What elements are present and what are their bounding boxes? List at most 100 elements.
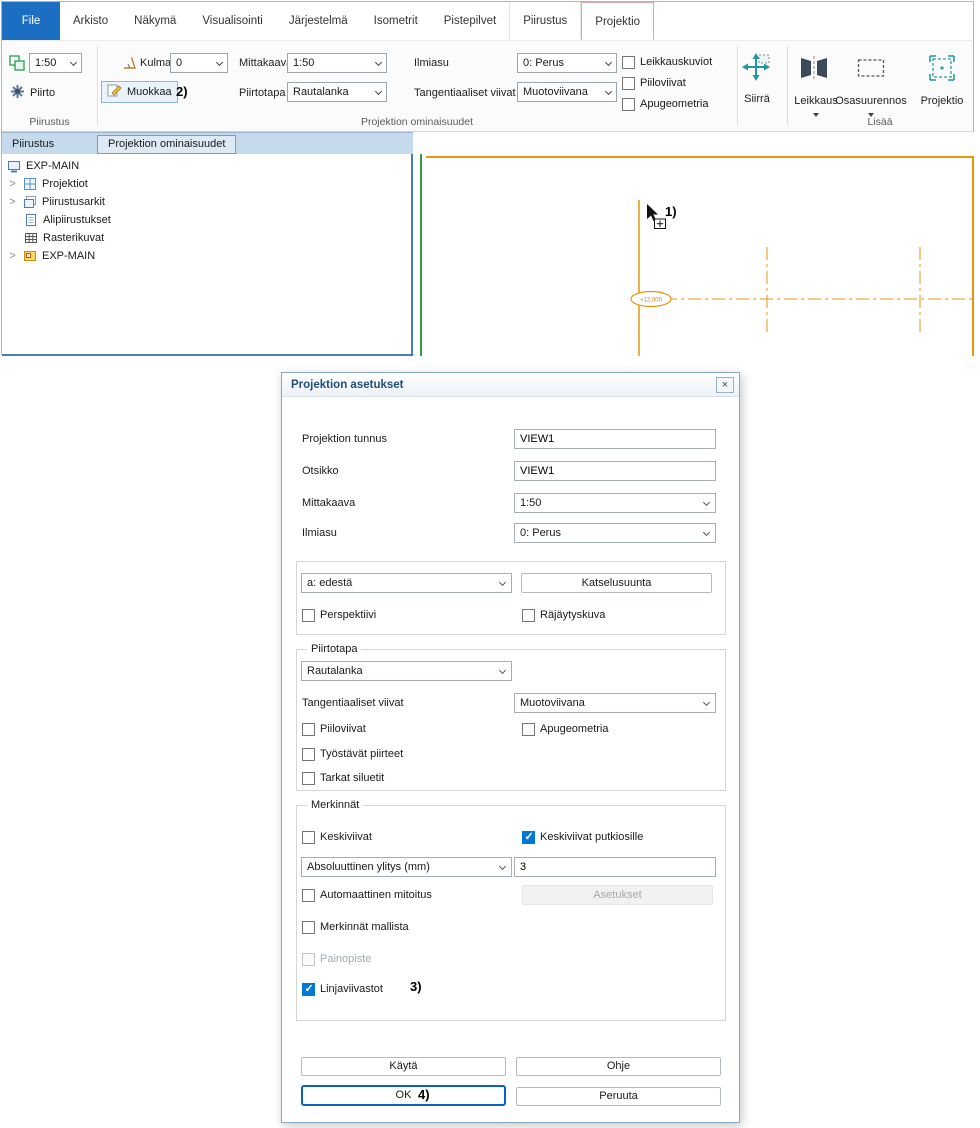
checkbox-box [302, 953, 315, 966]
tangent-dropdown[interactable]: Muotoviivana [517, 82, 617, 102]
keskiviivat-putkiosille-checkbox[interactable]: Keskiviivat putkiosille [522, 829, 643, 845]
panel-tab-strip: Piirustus Projektion ominaisuudet [2, 132, 413, 154]
projection-view-icon [928, 54, 956, 85]
tab-arkisto[interactable]: Arkisto [60, 2, 121, 40]
tab-pistepilvet[interactable]: Pistepilvet [431, 2, 509, 40]
checkbox-box [302, 772, 315, 785]
ylitys-dropdown[interactable]: Absoluuttinen ylitys (mm) [301, 857, 512, 877]
piirto-button[interactable]: Piirto [5, 82, 60, 104]
checkbox-box [522, 609, 535, 622]
dialog-piiloviivat-checkbox[interactable]: Piiloviivat [302, 721, 366, 737]
ylitys-amount-input[interactable] [514, 857, 716, 877]
leikkauskuviot-checkbox[interactable]: Leikkauskuviot [622, 54, 712, 70]
drawing-geometry: +12.000 [414, 132, 975, 356]
kulma-label: Kulma [140, 53, 171, 73]
tab-jarjestelma[interactable]: Järjestelmä [276, 2, 361, 40]
drawing-canvas[interactable]: +12.000 [414, 132, 975, 356]
tab-isometrit[interactable]: Isometrit [361, 2, 431, 40]
tree-item-exp-main[interactable]: EXP-MAIN [2, 157, 411, 175]
chevron-down-icon [375, 59, 382, 66]
ribbon: 1:50 Piirto Piirustus Kulma 0 Mittakaava… [2, 40, 973, 132]
dialog-piirtotapa-dropdown[interactable]: Rautalanka [301, 661, 512, 681]
ribbon-tab-bar: File Arkisto Näkymä Visualisointi Järjes… [2, 2, 973, 40]
checkbox-box [522, 723, 535, 736]
projection-icon [23, 177, 37, 191]
checkbox-box [302, 983, 315, 996]
muokkaa-button[interactable]: Muokkaa [101, 81, 178, 103]
katselusuunta-button[interactable]: Katselusuunta [521, 573, 712, 593]
scale-icon [8, 54, 26, 75]
annotation-4: 4) [418, 1087, 430, 1102]
ribbon-scale-dropdown[interactable]: 1:50 [29, 53, 82, 73]
ohje-button[interactable]: Ohje [516, 1057, 721, 1076]
tab-file[interactable]: File [2, 2, 60, 40]
chevron-down-icon [605, 59, 612, 66]
angle-icon [122, 55, 137, 73]
tunnus-label: Projektion tunnus [302, 429, 387, 449]
tab-piirustus[interactable]: Piirustus [509, 2, 581, 40]
close-icon[interactable]: × [716, 377, 734, 393]
checkbox-box [302, 723, 315, 736]
apugeometria-checkbox[interactable]: Apugeometria [622, 96, 709, 112]
keskiviivat-checkbox[interactable]: Keskiviivat [302, 829, 372, 845]
ribbon-separator [97, 46, 98, 126]
dialog-ilmiasu-dropdown[interactable]: 0: Perus [514, 523, 716, 543]
linjaviivastot-checkbox[interactable]: Linjaviivastot [302, 981, 383, 997]
merkinnat-group-title: Merkinnät [307, 798, 363, 813]
panel-tab-projektion-ominaisuudet[interactable]: Projektion ominaisuudet [97, 135, 236, 154]
chevron-right-icon[interactable]: > [7, 178, 18, 190]
kayta-button[interactable]: Käytä [301, 1057, 506, 1076]
tree-item-exp-main-model[interactable]: > EXP-MAIN [2, 247, 411, 265]
piirtotapa-label: Piirtotapa [239, 83, 285, 103]
tree-item-alipiirustukset[interactable]: Alipiirustukset [2, 211, 411, 229]
chevron-down-icon [499, 667, 506, 674]
kulma-dropdown[interactable]: 0 [170, 53, 228, 73]
checkbox-box [622, 77, 635, 90]
osasuurennos-button[interactable]: Osasuurennos [832, 95, 910, 108]
checkbox-box [302, 921, 315, 934]
tab-nakyma[interactable]: Näkymä [121, 2, 189, 40]
sheets-icon [23, 195, 37, 209]
checkbox-box [302, 748, 315, 761]
chevron-right-icon[interactable]: > [7, 196, 18, 208]
annotation-1: 1) [665, 204, 677, 219]
piirtotapa-group-title: Piirtotapa [307, 642, 361, 657]
piirtotapa-dropdown[interactable]: Rautalanka [287, 82, 387, 102]
tab-projektio[interactable]: Projektio [581, 2, 654, 40]
chevron-right-icon[interactable]: > [7, 250, 18, 262]
piirto-icon [10, 84, 25, 102]
rajaytyskuva-checkbox[interactable]: Räjäytyskuva [522, 607, 605, 623]
perspektiivi-checkbox[interactable]: Perspektiivi [302, 607, 376, 623]
tab-visualisointi[interactable]: Visualisointi [189, 2, 276, 40]
monitor-icon [7, 159, 21, 173]
panel-tab-piirustus[interactable]: Piirustus [12, 133, 54, 155]
ilmiasu-dropdown[interactable]: 0: Perus [517, 53, 617, 73]
merkinnat-mallista-checkbox[interactable]: Merkinnät mallista [302, 919, 409, 935]
tree-item-piirustusarkit[interactable]: > Piirustusarkit [2, 193, 411, 211]
peruuta-button[interactable]: Peruuta [516, 1087, 721, 1106]
dialog-tangent-label: Tangentiaaliset viivat [302, 693, 404, 713]
chevron-down-icon [703, 499, 710, 506]
tyostavat-piirteet-checkbox[interactable]: Työstävät piirteet [302, 746, 403, 762]
section-icon [799, 54, 829, 84]
automaattinen-mitoitus-checkbox[interactable]: Automaattinen mitoitus [302, 887, 432, 903]
dialog-tangent-dropdown[interactable]: Muotoviivana [514, 693, 716, 713]
view-direction-dropdown[interactable]: a: edestä [301, 573, 512, 593]
asetukset-button: Asetukset [522, 885, 713, 905]
dialog-mittakaava-label: Mittakaava [302, 493, 355, 513]
mittakaava-dropdown[interactable]: 1:50 [287, 53, 387, 73]
projektio-button[interactable]: Projektio [916, 95, 968, 108]
tree-item-rasterikuvat[interactable]: Rasterikuvat [2, 229, 411, 247]
dialog-mittakaava-dropdown[interactable]: 1:50 [514, 493, 716, 513]
otsikko-input[interactable] [514, 461, 716, 481]
piiloviivat-checkbox[interactable]: Piiloviivat [622, 75, 686, 91]
siirra-button[interactable]: Siirrä [733, 93, 781, 106]
raster-grid-icon [24, 231, 38, 245]
dialog-apugeometria-checkbox[interactable]: Apugeometria [522, 721, 609, 737]
ok-button[interactable]: OK [301, 1085, 506, 1106]
annotation-3: 3) [410, 979, 422, 994]
tarkat-siluetit-checkbox[interactable]: Tarkat siluetit [302, 770, 384, 786]
checkbox-box [522, 831, 535, 844]
tree-item-projektiot[interactable]: > Projektiot [2, 175, 411, 193]
tunnus-input[interactable] [514, 429, 716, 449]
